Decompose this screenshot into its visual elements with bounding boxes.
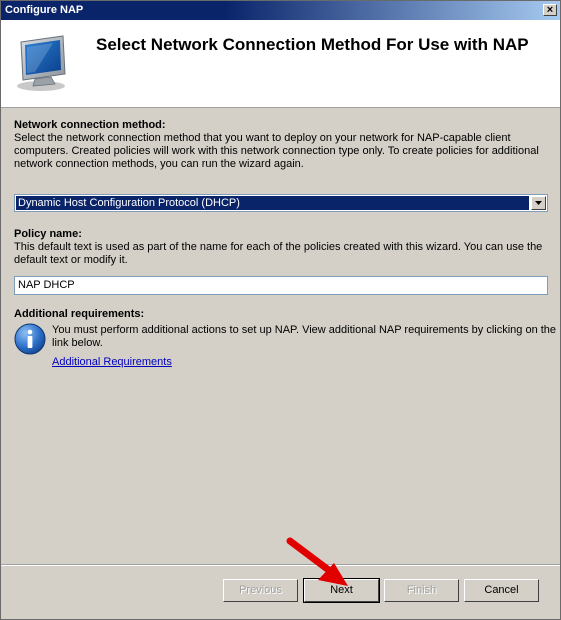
connection-description-line-1: Select the network connection method tha…	[14, 132, 511, 144]
configure-nap-dialog: Configure NAP × Select Network Connectio…	[0, 0, 561, 620]
chevron-down-icon[interactable]	[531, 196, 546, 210]
additional-requirements-link[interactable]: Additional Requirements	[52, 356, 172, 368]
connection-method-dropdown[interactable]: Dynamic Host Configuration Protocol (DHC…	[14, 194, 548, 212]
wizard-header: Select Network Connection Method For Use…	[1, 20, 560, 108]
close-button[interactable]: ×	[543, 4, 557, 16]
cancel-button[interactable]: Cancel	[464, 579, 539, 602]
additional-requirements-label: Additional requirements:	[14, 308, 145, 320]
window-title: Configure NAP	[5, 4, 84, 16]
requirements-text-line-1: You must perform additional actions to s…	[52, 324, 557, 336]
policy-description-line-2: default text or modify it.	[14, 254, 128, 266]
red-arrow-annotation-icon	[286, 537, 348, 586]
computer-monitor-icon	[17, 35, 66, 91]
page-title: Select Network Connection Method For Use…	[96, 35, 529, 54]
connection-description-line-3: network connection methods, you can run …	[14, 158, 304, 170]
requirements-text-line-2: link below.	[52, 337, 103, 349]
title-bar[interactable]: Configure NAP ×	[1, 1, 560, 20]
info-icon	[14, 323, 46, 355]
connection-description-line-2: computers. Created policies will work wi…	[14, 145, 539, 157]
policy-description-line-1: This default text is used as part of the…	[14, 241, 543, 253]
footer-divider	[1, 564, 560, 566]
connection-method-selected: Dynamic Host Configuration Protocol (DHC…	[16, 196, 529, 210]
finish-button[interactable]: Finish	[384, 579, 459, 602]
policy-name-input[interactable]: NAP DHCP	[14, 276, 548, 295]
policy-name-label: Policy name:	[14, 228, 82, 240]
connection-method-label: Network connection method:	[14, 119, 166, 131]
